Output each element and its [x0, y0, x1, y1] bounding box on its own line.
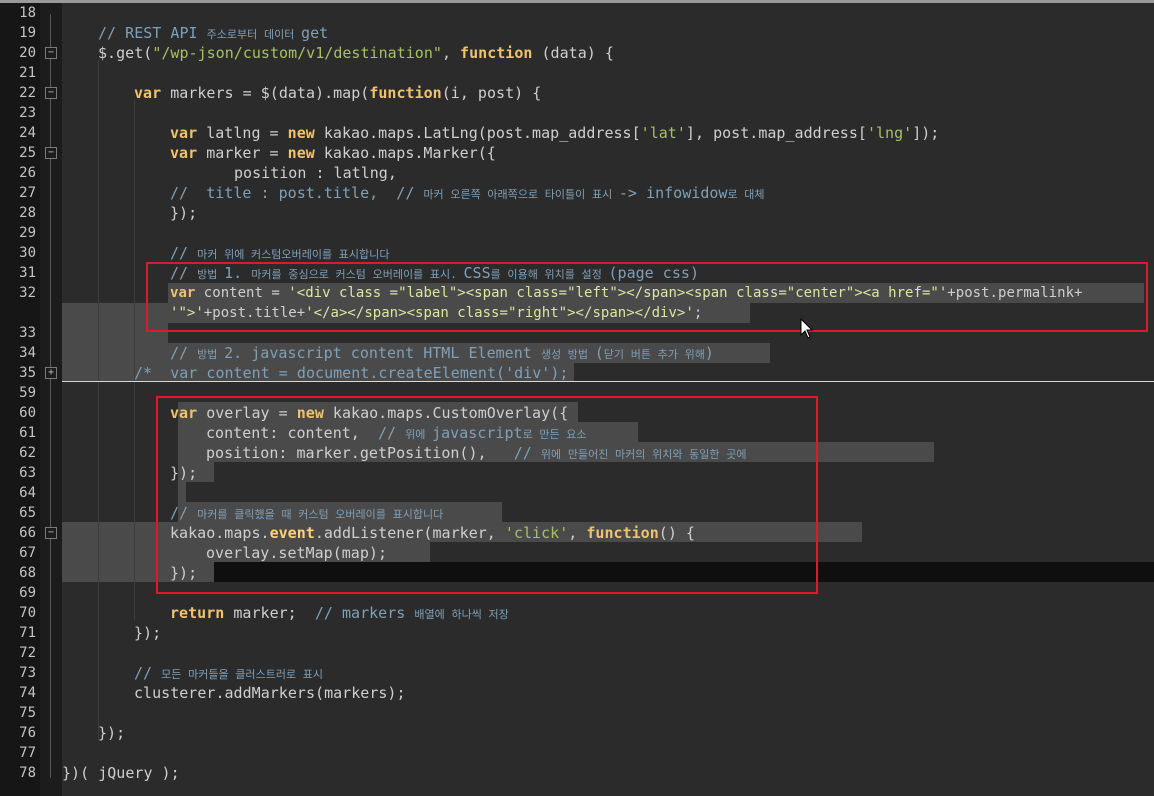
fold-minus-icon[interactable]: − [45, 527, 57, 539]
code-line-71: }); [134, 624, 162, 642]
line-number: 30 [19, 245, 36, 261]
gutter-row: 26 [0, 163, 1154, 183]
code-line-24: var latlng = new kakao.maps.LatLng(post.… [170, 124, 940, 142]
line-number: 21 [19, 65, 36, 81]
line-number: 34 [19, 345, 36, 361]
line-number: 24 [19, 125, 36, 141]
code-line-25: var marker = new kakao.maps.Marker({ [170, 144, 496, 162]
line-number: 32 [19, 285, 36, 301]
line-number: 78 [19, 765, 36, 781]
fold-separator [62, 381, 1154, 382]
fold-minus-icon[interactable]: − [45, 87, 57, 99]
fold-minus-icon[interactable]: − [45, 47, 57, 59]
line-number: 59 [19, 385, 36, 401]
line-number: 65 [19, 505, 36, 521]
highlight-box-content [146, 262, 1148, 332]
code-line-28: }); [170, 204, 198, 222]
line-number: 60 [19, 405, 36, 421]
line-number: 23 [19, 105, 36, 121]
line-number: 77 [19, 745, 36, 761]
code-line-78: })( jQuery ); [62, 764, 180, 782]
gutter-row: 29 [0, 223, 1154, 243]
fold-plus-icon[interactable]: + [45, 367, 57, 379]
code-line-19: // REST API 주소로부터 데이터 get [98, 24, 329, 42]
code-line-20: $.get("/wp-json/custom/v1/destination", … [98, 44, 614, 62]
gutter-row: 21 [0, 63, 1154, 83]
line-number: 67 [19, 545, 36, 561]
line-number: 73 [19, 665, 36, 681]
line-number: 66 [19, 525, 36, 541]
gutter-row: 23 [0, 103, 1154, 123]
code-line-34: // 방법 2. javascript content HTML Element… [170, 344, 714, 362]
line-number: 68 [19, 565, 36, 581]
gutter-row: 76 [0, 723, 1154, 743]
line-number: 29 [19, 225, 36, 241]
code-line-35: /* var content = document.createElement(… [134, 364, 569, 382]
line-number: 75 [19, 705, 36, 721]
highlight-box-overlay [156, 396, 818, 594]
gutter-row: 72 [0, 643, 1154, 663]
line-number: 26 [19, 165, 36, 181]
code-line-22: var markers = $(data).map(function(i, po… [134, 84, 542, 102]
gutter-row: 75 [0, 703, 1154, 723]
line-number: 63 [19, 465, 36, 481]
line-number: 76 [19, 725, 36, 741]
line-number: 18 [19, 5, 36, 21]
line-number: 61 [19, 425, 36, 441]
code-line-73: // 모든 마커들을 클러스트러로 표시 [134, 664, 324, 682]
code-line-76: }); [98, 724, 126, 742]
line-number: 28 [19, 205, 36, 221]
line-number: 25 [19, 145, 36, 161]
line-number: 22 [19, 85, 36, 101]
line-number: 70 [19, 605, 36, 621]
code-line-74: clusterer.addMarkers(markers); [134, 684, 406, 702]
line-number: 35 [19, 365, 36, 381]
line-number: 27 [19, 185, 36, 201]
line-number: 62 [19, 445, 36, 461]
line-number: 74 [19, 685, 36, 701]
line-number: 72 [19, 645, 36, 661]
line-number: 64 [19, 485, 36, 501]
code-line-70: return marker; // markers 배열에 하나씩 저장 [170, 604, 509, 622]
fold-minus-icon[interactable]: − [45, 147, 57, 159]
line-number: 71 [19, 625, 36, 641]
gutter-row: 77 [0, 743, 1154, 763]
code-line-27: // title : post.title, // 마커 오른쪽 아래쪽으로 타… [170, 184, 765, 202]
line-number: 31 [19, 265, 36, 281]
mouse-pointer-icon [800, 317, 814, 340]
line-number: 20 [19, 45, 36, 61]
line-number: 69 [19, 585, 36, 601]
code-editor[interactable]: 18 19 20−21 22−23 24 25−26 27 28 29 30 31 32 33 34 35 +… [0, 0, 1154, 796]
gutter-row: 71 [0, 623, 1154, 643]
line-number: 33 [19, 325, 36, 341]
gutter-row: 18 [0, 3, 1154, 23]
line-number: 19 [19, 25, 36, 41]
code-line-26: position : latlng, [234, 164, 397, 182]
